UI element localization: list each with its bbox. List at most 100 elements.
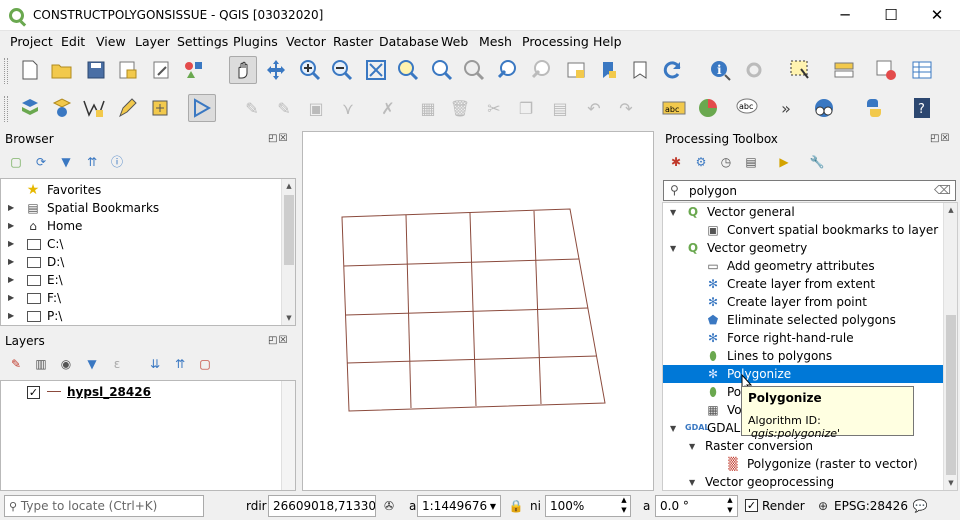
expand-arrow-icon[interactable]: ▶ [8, 289, 14, 307]
zoom-native-icon[interactable] [460, 56, 488, 84]
copy-features-icon[interactable]: ❐ [512, 94, 540, 122]
scroll-thumb[interactable] [284, 195, 294, 265]
menu-vector[interactable]: Vector [286, 34, 326, 49]
render-checkbox[interactable]: ✓ [745, 499, 758, 512]
new-print-layout-icon[interactable] [114, 56, 142, 84]
scripts-icon[interactable]: ⚙ [693, 155, 709, 169]
zoom-full-icon[interactable] [362, 56, 390, 84]
new-bookmark-icon[interactable] [594, 56, 622, 84]
label-pin-icon[interactable]: abc [734, 94, 762, 122]
coordinate-field[interactable]: 26609018,7133096 [268, 495, 376, 517]
tree-item-home[interactable]: ▶ ⌂ Home [1, 217, 295, 235]
browser-info-icon[interactable]: ⓘ [109, 155, 125, 169]
toolbox-search-input[interactable]: ⚲ polygon ⌫ [663, 180, 956, 201]
lock-scale-icon[interactable]: 🔒 [508, 499, 524, 513]
group-vector-general[interactable]: ▼ Q Vector general [663, 203, 957, 221]
refresh-icon[interactable] [658, 56, 686, 84]
tree-item-drive-e[interactable]: ▶ E:\ [1, 271, 295, 289]
run-action-icon[interactable] [740, 56, 768, 84]
cut-features-icon[interactable]: ✂ [480, 94, 508, 122]
new-project-icon[interactable] [16, 56, 44, 84]
scroll-down-icon[interactable]: ▼ [282, 311, 295, 325]
crs-button[interactable]: EPSG:28426 [834, 499, 908, 513]
collapse-arrow-icon[interactable]: ▼ [689, 438, 695, 456]
collapse-arrow-icon[interactable]: ▼ [670, 240, 676, 258]
tree-item-drive-c[interactable]: ▶ C:\ [1, 235, 295, 253]
filter-expression-icon[interactable]: ε [109, 357, 125, 371]
algorithm-item[interactable]: ⬟ Eliminate selected polygons [663, 311, 957, 329]
modify-attributes-icon[interactable]: ▦ [414, 94, 442, 122]
menu-database[interactable]: Database [379, 34, 439, 49]
vertex-tool-icon[interactable]: ✗ [374, 94, 402, 122]
toggle-editing-icon[interactable] [188, 94, 216, 122]
expand-arrow-icon[interactable]: ▶ [8, 235, 14, 253]
edit-pencil-icon[interactable]: ✎ [270, 94, 298, 122]
menu-layer[interactable]: Layer [135, 34, 170, 49]
toolbar-grip[interactable] [4, 96, 8, 122]
metasearch-icon[interactable] [810, 94, 838, 122]
collapse-arrow-icon[interactable]: ▼ [670, 420, 676, 438]
crs-globe-icon[interactable]: ⊕ [815, 499, 831, 513]
layer-visibility-checkbox[interactable]: ✓ [27, 386, 40, 399]
tree-item-favorites[interactable]: ★ Favorites [1, 181, 295, 199]
open-attribute-table-icon[interactable] [908, 56, 936, 84]
add-group-icon[interactable]: ▥ [33, 357, 49, 371]
diagram-properties-icon[interactable] [694, 94, 722, 122]
collapse-all-layers-icon[interactable]: ⇈ [172, 357, 188, 371]
current-edits-icon[interactable]: ✎ [238, 94, 266, 122]
menu-raster[interactable]: Raster [333, 34, 373, 49]
algorithm-item[interactable]: ▭ Add geometry attributes [663, 257, 957, 275]
algorithm-item[interactable]: ▒ Polygonize (raster to vector) [663, 455, 957, 473]
toolbox-scrollbar[interactable]: ▲ ▼ [943, 203, 957, 490]
select-by-value-icon[interactable] [830, 56, 858, 84]
locator-search-input[interactable]: ⚲ Type to locate (Ctrl+K) [4, 495, 204, 517]
expand-arrow-icon[interactable]: ▶ [8, 271, 14, 289]
menu-project[interactable]: Project [10, 34, 53, 49]
menu-edit[interactable]: Edit [61, 34, 85, 49]
scroll-up-icon[interactable]: ▲ [282, 179, 295, 193]
clear-search-icon[interactable]: ⌫ [934, 183, 951, 197]
group-vector-geometry[interactable]: ▼ Q Vector geometry [663, 239, 957, 257]
help-contents-icon[interactable]: ? [908, 94, 936, 122]
browser-filter-icon[interactable]: ▼ [58, 155, 74, 169]
history-icon[interactable]: ◷ [718, 155, 734, 169]
expand-all-icon[interactable]: ⇊ [147, 357, 163, 371]
algorithm-item[interactable]: ▣ Convert spatial bookmarks to layer [663, 221, 957, 239]
browser-panel-controls[interactable]: ◰☒ [268, 133, 288, 144]
expand-arrow-icon[interactable]: ▶ [8, 253, 14, 271]
browser-refresh-icon[interactable]: ⟳ [33, 155, 49, 169]
spin-arrows-icon[interactable]: ▲ ▼ [616, 495, 632, 514]
edit-features-inplace-icon[interactable]: ▶ [776, 155, 792, 169]
spin-arrows-icon[interactable]: ▲ ▼ [722, 495, 738, 514]
menu-settings[interactable]: Settings [177, 34, 228, 49]
delete-selected-icon[interactable]: 🗑 [446, 94, 474, 122]
toolbox-panel-controls[interactable]: ◰☒ [930, 133, 950, 144]
menu-processing[interactable]: Processing [522, 34, 589, 49]
add-feature-icon[interactable]: ⋎ [334, 94, 362, 122]
filter-legend-icon[interactable]: ▼ [84, 357, 100, 371]
tree-item-drive-d[interactable]: ▶ D:\ [1, 253, 295, 271]
tree-item-drive-f[interactable]: ▶ F:\ [1, 289, 295, 307]
save-edits-icon[interactable]: ▣ [302, 94, 330, 122]
identify-features-icon[interactable]: i [706, 56, 734, 84]
style-manager-icon[interactable] [180, 56, 208, 84]
zoom-out-icon[interactable] [328, 56, 356, 84]
remove-layer-icon[interactable]: ▢ [197, 357, 213, 371]
results-viewer-icon[interactable]: ▤ [743, 155, 759, 169]
toggle-extents-icon[interactable]: ✇ [381, 499, 397, 513]
algorithm-item-selected[interactable]: ✻ Polygonize [663, 365, 957, 383]
algorithm-item[interactable]: ✻ Force right-hand-rule [663, 329, 957, 347]
layer-row[interactable]: ✓ hypsl_28426 [1, 383, 295, 401]
redo-icon[interactable]: ↷ [612, 94, 640, 122]
scroll-down-icon[interactable]: ▼ [944, 476, 957, 490]
menu-mesh[interactable]: Mesh [479, 34, 512, 49]
save-project-icon[interactable] [82, 56, 110, 84]
label-toolbar-icon[interactable]: abc [660, 94, 688, 122]
close-button[interactable]: ✕ [914, 0, 960, 31]
tree-item-drive-p[interactable]: ▶ P:\ [1, 307, 295, 325]
new-layer-icon[interactable] [146, 94, 174, 122]
processing-options-icon[interactable]: 🔧 [809, 155, 825, 169]
menu-web[interactable]: Web [441, 34, 468, 49]
layer-styling-icon[interactable]: ✎ [8, 357, 24, 371]
algorithm-item[interactable]: ✻ Create layer from extent [663, 275, 957, 293]
